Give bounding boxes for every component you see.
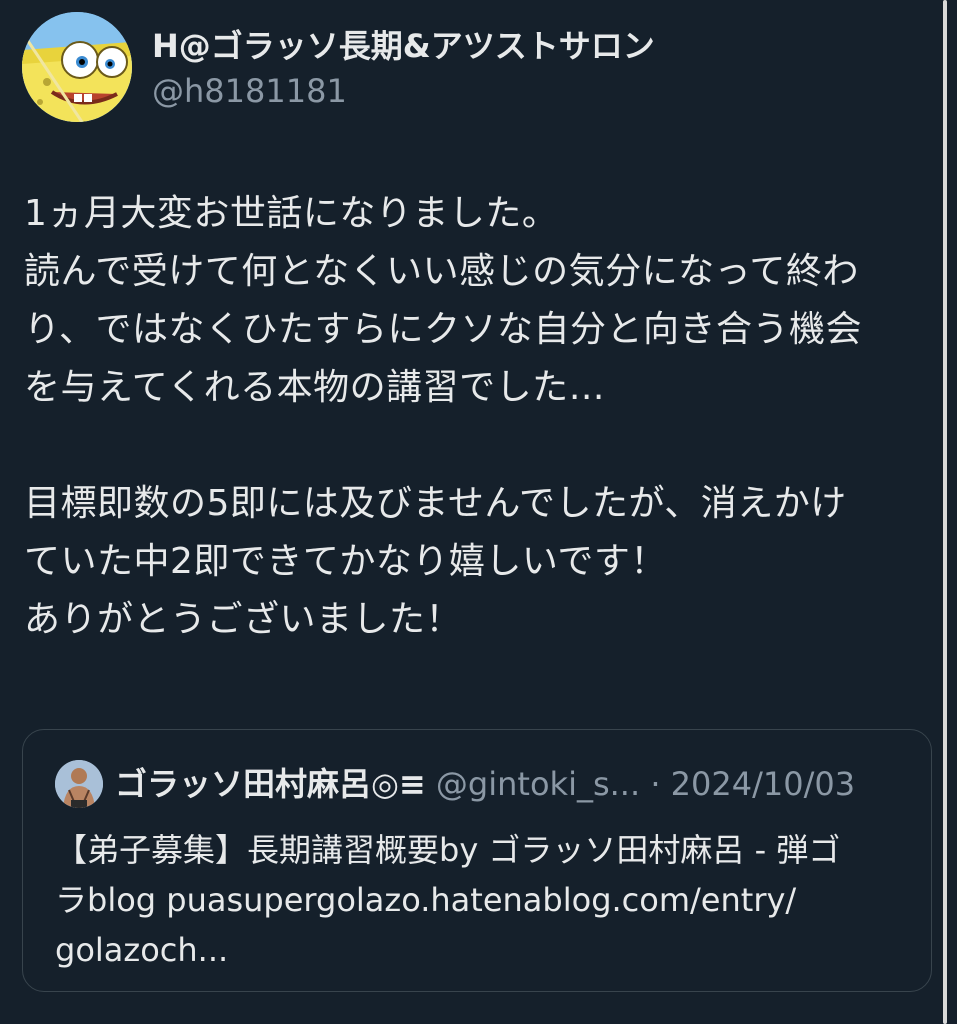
quoted-tweet-header: ゴラッソ田村麻呂◎≡ @gintoki_s... · 2024/10/03 [115, 762, 855, 806]
author-avatar[interactable] [22, 12, 132, 122]
quoted-text-line: ラblog puasupergolazo.hatenablog.com/entr… [55, 881, 797, 919]
scrollbar[interactable] [940, 0, 957, 1024]
quoted-author-handle[interactable]: @gintoki_s... [436, 765, 640, 803]
person-photo-avatar-icon [55, 760, 103, 808]
quoted-author-name[interactable]: ゴラッソ田村麻呂◎≡ [115, 765, 426, 803]
tweet-text: 1ヵ月大変お世話になりました。 読んで受けて何となくいい感じの気分になって終わ … [24, 185, 934, 649]
cartoon-sponge-avatar-icon [22, 12, 132, 122]
tweet-text-line: り、ではなくひたすらにクソな自分と向き合う機会 [24, 309, 863, 350]
quoted-tweet-text: 【弟子募集】長期講習概要by ゴラッソ田村麻呂 - 弾ゴ ラblog puasu… [55, 825, 915, 975]
scrollbar-thumb[interactable] [943, 0, 947, 1024]
tweet-text-line: 目標即数の5即には及びませんでしたが、消えかけ [24, 483, 847, 524]
quoted-author-avatar[interactable] [55, 760, 103, 808]
tweet-post: H@ゴラッソ長期&アツストサロン @h8181181 1ヵ月大変お世話になりまし… [0, 0, 940, 1024]
quoted-text-line: golazoch... [55, 931, 229, 969]
author-display-name[interactable]: H@ゴラッソ長期&アツストサロン [152, 24, 655, 68]
tweet-text-line: 1ヵ月大変お世話になりました。 [24, 193, 559, 234]
quoted-tweet-date[interactable]: 2024/10/03 [671, 765, 855, 803]
tweet-text-line: を与えてくれる本物の講習でした… [24, 367, 606, 408]
author-handle[interactable]: @h8181181 [152, 70, 347, 112]
tweet-text-line: ていた中2即できてかなり嬉しいです！ [24, 541, 667, 582]
meta-separator: · [640, 765, 671, 803]
tweet-text-line: ありがとうございました！ [24, 599, 463, 640]
tweet-text-line: 読んで受けて何となくいい感じの気分になって終わ [24, 251, 859, 292]
quoted-tweet-card[interactable]: ゴラッソ田村麻呂◎≡ @gintoki_s... · 2024/10/03 【弟… [22, 729, 932, 992]
quoted-text-line: 【弟子募集】長期講習概要by ゴラッソ田村麻呂 - 弾ゴ [55, 831, 841, 869]
